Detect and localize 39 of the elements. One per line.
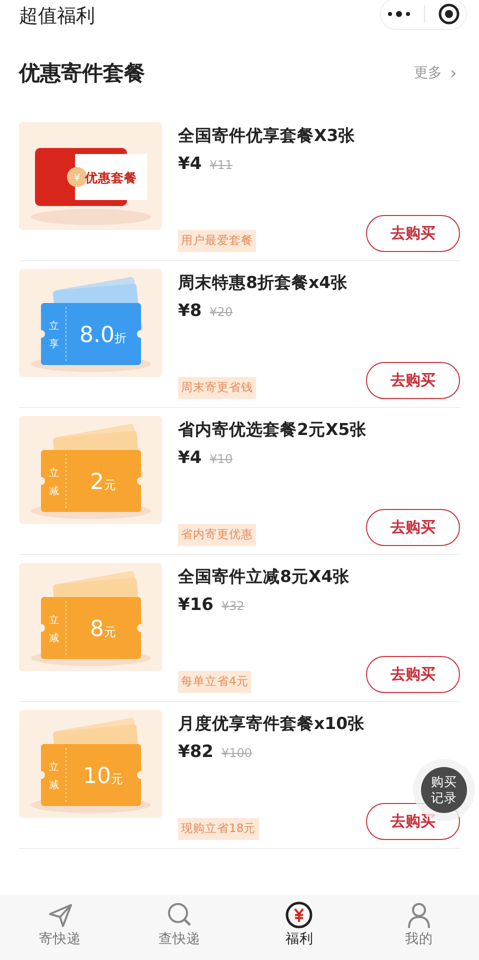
package-title: 全国寄件立减8元X4张 [178,566,351,588]
package-title: 周末特惠8折套餐x4张 [178,272,349,294]
coupon-drawing: ¥ 优惠套餐 [19,122,162,230]
purchase-history-button[interactable]: 购买记录 [421,767,467,813]
price: ¥16 [178,594,214,618]
package-tag: 省内寄更优惠 [178,524,256,546]
buy-button[interactable]: 去购买 [366,362,460,398]
original-price: ¥11 [210,157,233,174]
price: ¥4 [178,447,202,470]
tab-item[interactable]: 福利 [240,895,360,960]
package-title: 月度优享寄件套餐x10张 [178,712,366,734]
package-title: 省内寄优选套餐2元X5张 [178,418,368,440]
more-link[interactable]: 更多 › [414,60,457,88]
buy-button[interactable]: 去购买 [366,508,460,546]
coupon-drawing: 立享 8.0折 [19,268,162,376]
original-price: ¥20 [210,304,233,322]
package-tag: 每单立省4元 [178,671,252,692]
buy-button[interactable]: 去购买 [366,656,460,692]
original-price: ¥32 [222,598,244,616]
buy-button[interactable]: 去购买 [366,214,460,252]
page-title: 超值福利 [19,4,95,29]
price: ¥8 [178,300,202,324]
package-title: 全国寄件优享套餐X3张 [178,124,356,146]
coupon-drawing: 立减 10元 [19,710,162,818]
section-title: 优惠寄件套餐 [19,60,145,87]
yen-icon [285,901,314,929]
price: ¥4 [178,153,202,176]
package-tag: 用户最爱套餐 [178,230,256,252]
package-tag: 现购立省18元 [178,818,259,840]
tab-item[interactable]: 我的 [359,895,479,960]
tab-item[interactable]: 查快递 [120,895,240,960]
original-price: ¥10 [210,451,233,468]
package-tag: 周末寄更省钱 [178,377,256,398]
tab-item[interactable]: 寄快递 [0,895,120,960]
original-price: ¥100 [222,745,252,762]
price: ¥82 [178,741,214,764]
coupon-drawing: 立减 8元 [19,562,162,670]
coupon-drawing: 立减 2 元 [19,416,162,524]
more-icon[interactable] [387,10,412,18]
